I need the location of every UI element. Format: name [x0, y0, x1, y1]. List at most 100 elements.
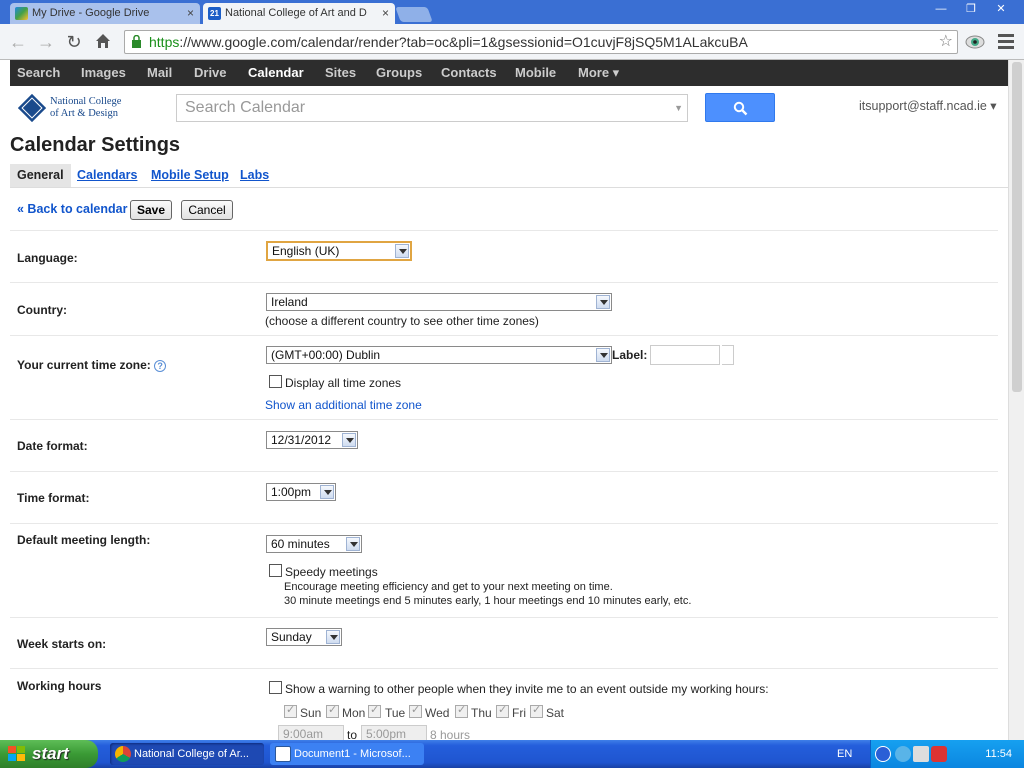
day-checkbox-thu[interactable]	[455, 703, 468, 718]
star-icon[interactable]: ☆	[939, 31, 953, 53]
meeting-length-label: Default meeting length:	[17, 533, 151, 547]
day-checkbox-tue[interactable]	[368, 703, 381, 718]
logo-text: National College of Art & Design	[50, 96, 122, 119]
week-start-label: Week starts on:	[17, 637, 107, 651]
chevron-down-icon	[395, 244, 409, 258]
ncad-logo[interactable]: National College of Art & Design	[18, 94, 128, 128]
timezone-select[interactable]: (GMT+00:00) Dublin	[266, 346, 612, 364]
reload-icon[interactable]: ↻	[64, 32, 84, 52]
time-format-label: Time format:	[17, 491, 90, 505]
tab-mobile-setup[interactable]: Mobile Setup	[144, 164, 236, 187]
setting-working-hours: Working hours Show a warning to other pe…	[10, 668, 998, 748]
eye-extension-icon[interactable]	[965, 32, 985, 52]
working-hours-warning-checkbox[interactable]	[269, 681, 282, 694]
back-icon[interactable]: ←	[8, 32, 28, 52]
chevron-down-icon	[320, 485, 334, 499]
browser-toolbar: ← → ↻ https://www.google.com/calendar/re…	[0, 24, 1024, 60]
close-tab-icon[interactable]: ×	[187, 3, 194, 23]
time-format-select[interactable]: 1:00pm	[266, 483, 336, 501]
week-start-select[interactable]: Sunday	[266, 628, 342, 646]
meeting-length-select[interactable]: 60 minutes	[266, 535, 362, 553]
speedy-meetings-desc1: Encourage meeting efficiency and get to …	[284, 581, 613, 593]
day-checkbox-fri[interactable]	[496, 703, 509, 718]
window-controls: — ❐ ✕	[926, 2, 1016, 15]
start-button[interactable]: start	[0, 740, 98, 768]
gbar-drive[interactable]: Drive	[194, 60, 227, 86]
maximize-icon[interactable]: ❐	[956, 2, 986, 15]
day-label-thu: Thu	[471, 706, 492, 720]
speedy-meetings-checkbox[interactable]	[269, 564, 282, 577]
gbar-groups[interactable]: Groups	[376, 60, 422, 86]
tab-calendars[interactable]: Calendars	[70, 164, 144, 187]
tab-google-drive[interactable]: My Drive - Google Drive ×	[10, 3, 200, 24]
home-icon[interactable]	[93, 32, 113, 52]
chevron-down-icon	[342, 433, 356, 447]
search-options-icon[interactable]: ▼	[674, 95, 683, 121]
speedy-meetings-label: Speedy meetings	[285, 565, 378, 579]
setting-date-format: Date format: 12/31/2012	[10, 419, 998, 471]
timezone-value: (GMT+00:00) Dublin	[271, 348, 381, 362]
screen: My Drive - Google Drive × 21 National Co…	[0, 0, 1024, 768]
date-format-label: Date format:	[17, 439, 88, 453]
day-checkbox-wed[interactable]	[409, 703, 422, 718]
country-select[interactable]: Ireland	[266, 293, 612, 311]
display-all-timezones-checkbox[interactable]	[269, 375, 282, 388]
language-select[interactable]: English (UK)	[266, 241, 412, 261]
day-label-sat: Sat	[546, 706, 565, 720]
day-checkbox-sat[interactable]	[530, 703, 543, 718]
day-label-fri: Fri	[512, 706, 526, 720]
gbar-more[interactable]: More ▾	[578, 60, 619, 86]
speedy-meetings-desc2: 30 minute meetings end 5 minutes early, …	[284, 595, 692, 607]
date-format-select[interactable]: 12/31/2012	[266, 431, 358, 449]
word-icon	[275, 746, 291, 762]
language-indicator[interactable]: EN	[837, 740, 852, 768]
cancel-button[interactable]: Cancel	[181, 200, 233, 220]
clock: 11:54	[985, 748, 1012, 760]
network-icon[interactable]	[895, 746, 911, 762]
tab-calendar[interactable]: 21 National College of Art and D ×	[203, 3, 395, 24]
forward-icon[interactable]: →	[36, 32, 56, 52]
setting-meeting-length: Default meeting length: 60 minutes Speed…	[10, 523, 998, 617]
tab-title: My Drive - Google Drive	[32, 7, 150, 19]
url-bar[interactable]: https://www.google.com/calendar/render?t…	[124, 30, 958, 54]
day-checkbox-mon[interactable]	[326, 703, 339, 718]
tab-general[interactable]: General	[10, 164, 71, 187]
timezone-label-input[interactable]	[650, 345, 720, 365]
day-checkbox-sun[interactable]	[284, 703, 297, 718]
search-button[interactable]	[705, 93, 775, 122]
close-tab-icon[interactable]: ×	[382, 3, 389, 23]
search-placeholder: Search Calendar	[185, 99, 306, 116]
scrollbar-thumb[interactable]	[1012, 62, 1022, 392]
gbar-mail[interactable]: Mail	[147, 60, 172, 86]
help-icon[interactable]: ?	[154, 360, 167, 372]
gbar-contacts[interactable]: Contacts	[441, 60, 497, 86]
back-to-calendar-link[interactable]: « Back to calendar	[17, 202, 127, 216]
tray-arrow-icon[interactable]	[875, 746, 891, 762]
day-label-tue: Tue	[385, 706, 406, 720]
tab-labs[interactable]: Labs	[233, 164, 276, 187]
security-shield-icon[interactable]	[931, 746, 947, 762]
gbar-mobile[interactable]: Mobile	[515, 60, 556, 86]
gbar-calendar[interactable]: Calendar	[248, 60, 304, 86]
vertical-scrollbar[interactable]	[1008, 60, 1024, 740]
save-button[interactable]: Save	[130, 200, 172, 220]
account-menu[interactable]: itsupport@staff.ncad.ie ▾	[859, 98, 997, 113]
gbar-search[interactable]: Search	[17, 60, 60, 86]
gbar-sites[interactable]: Sites	[325, 60, 356, 86]
close-window-icon[interactable]: ✕	[986, 2, 1016, 15]
device-icon[interactable]	[913, 746, 929, 762]
taskbar-item-chrome[interactable]: National College of Ar...	[110, 743, 264, 765]
language-value: English (UK)	[272, 244, 340, 258]
gbar-images[interactable]: Images	[81, 60, 126, 86]
settings-tabs: General Calendars Mobile Setup Labs	[10, 164, 1008, 188]
minimize-icon[interactable]: —	[926, 3, 956, 15]
chrome-menu-icon[interactable]	[998, 34, 1014, 50]
additional-timezone-link[interactable]: Show an additional time zone	[265, 398, 422, 412]
search-icon	[733, 101, 748, 116]
country-hint: (choose a different country to see other…	[265, 314, 539, 328]
display-all-timezones-label: Display all time zones	[285, 376, 402, 390]
new-tab-button[interactable]	[395, 7, 433, 22]
timezone-label-caption: Label:	[612, 348, 648, 362]
search-calendar-input[interactable]: Search Calendar ▼	[176, 94, 688, 122]
taskbar-item-word[interactable]: Document1 - Microsof...	[270, 743, 424, 765]
